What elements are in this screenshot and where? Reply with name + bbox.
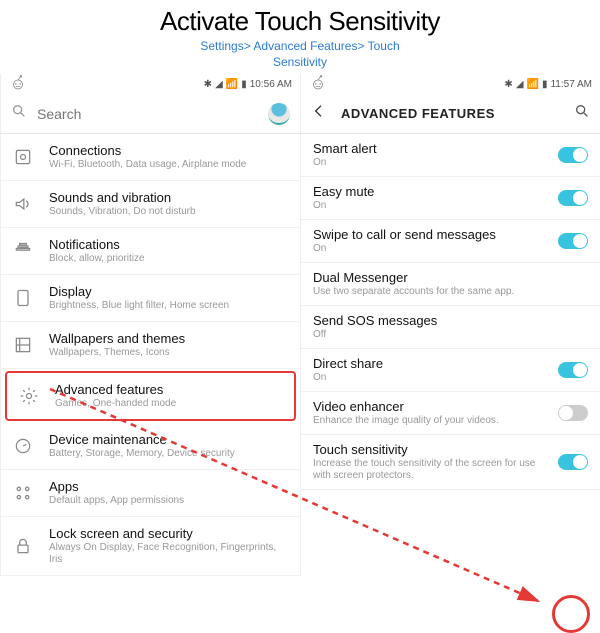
- af-item-easy-mute[interactable]: Easy muteOn: [301, 177, 600, 220]
- item-subtitle: Wi-Fi, Bluetooth, Data usage, Airplane m…: [49, 159, 288, 171]
- item-subtitle: Brightness, Blue light filter, Home scre…: [49, 300, 288, 312]
- af-item-smart-alert[interactable]: Smart alertOn: [301, 134, 600, 177]
- item-subtitle: On: [313, 157, 542, 169]
- item-title: Advanced features: [55, 382, 282, 397]
- signal-icon: 📶: [226, 79, 238, 90]
- item-subtitle: Default apps, App permissions: [49, 495, 288, 507]
- settings-item-wallpapers-and-themes[interactable]: Wallpapers and themesWallpapers, Themes,…: [1, 322, 300, 369]
- battery-icon: ▮: [542, 79, 548, 90]
- settings-item-apps[interactable]: AppsDefault apps, App permissions: [1, 470, 300, 517]
- settings-item-display[interactable]: DisplayBrightness, Blue light filter, Ho…: [1, 275, 300, 322]
- item-title: Sounds and vibration: [49, 190, 288, 205]
- wallpaper-icon: [13, 335, 33, 355]
- item-title: Video enhancer: [313, 399, 542, 414]
- advanced-icon: [19, 386, 39, 406]
- maintenance-icon: [13, 436, 33, 456]
- item-title: Dual Messenger: [313, 270, 588, 285]
- toggle-switch[interactable]: [558, 147, 588, 163]
- item-subtitle: Battery, Storage, Memory, Device securit…: [49, 448, 288, 460]
- item-title: Lock screen and security: [49, 526, 288, 541]
- advanced-features-list: Smart alertOnEasy muteOnSwipe to call or…: [301, 134, 600, 490]
- bluetooth-icon: ✱: [504, 79, 512, 90]
- lock-icon: [13, 536, 33, 556]
- item-title: Smart alert: [313, 141, 542, 156]
- search-icon: [11, 103, 27, 124]
- bluetooth-icon: ✱: [204, 79, 212, 90]
- advanced-features-header: ADVANCED FEATURES: [301, 94, 600, 134]
- item-title: Easy mute: [313, 184, 542, 199]
- settings-item-lock-screen-and-security[interactable]: Lock screen and securityAlways On Displa…: [1, 517, 300, 576]
- settings-item-advanced-features[interactable]: Advanced featuresGames, One-handed mode: [5, 371, 296, 421]
- back-icon[interactable]: [311, 103, 327, 124]
- item-subtitle: Games, One-handed mode: [55, 398, 282, 410]
- item-subtitle: On: [313, 372, 542, 384]
- phone-settings: ✱ ◢ 📶 ▮ 10:56 AM ConnectionsWi-Fi, Bluet…: [0, 74, 300, 576]
- search-row[interactable]: [1, 94, 300, 134]
- item-title: Direct share: [313, 356, 542, 371]
- reddit-icon: [309, 74, 327, 95]
- battery-icon: ▮: [241, 79, 247, 90]
- af-item-dual-messenger[interactable]: Dual MessengerUse two separate accounts …: [301, 263, 600, 306]
- item-subtitle: Increase the touch sensitivity of the sc…: [313, 458, 542, 482]
- item-subtitle: Off: [313, 329, 588, 341]
- item-title: Send SOS messages: [313, 313, 588, 328]
- apps-icon: [13, 483, 33, 503]
- item-title: Touch sensitivity: [313, 442, 542, 457]
- annotation-circle: [552, 595, 590, 633]
- toggle-switch[interactable]: [558, 405, 588, 421]
- item-subtitle: Always On Display, Face Recognition, Fin…: [49, 542, 288, 566]
- notifications-icon: [13, 241, 33, 261]
- toggle-switch[interactable]: [558, 454, 588, 470]
- reddit-icon: [9, 74, 27, 95]
- sound-icon: [13, 194, 33, 214]
- statusbar-left: ✱ ◢ 📶 ▮ 10:56 AM: [1, 74, 300, 94]
- item-subtitle: On: [313, 243, 542, 255]
- settings-item-connections[interactable]: ConnectionsWi-Fi, Bluetooth, Data usage,…: [1, 134, 300, 181]
- wifi-icon: ◢: [215, 79, 223, 90]
- item-subtitle: Enhance the image quality of your videos…: [313, 415, 542, 427]
- connections-icon: [13, 147, 33, 167]
- item-subtitle: Block, allow, prioritize: [49, 253, 288, 265]
- item-subtitle: On: [313, 200, 542, 212]
- toggle-switch[interactable]: [558, 362, 588, 378]
- avatar[interactable]: [268, 103, 290, 125]
- item-title: Display: [49, 284, 288, 299]
- status-time: 11:57 AM: [550, 79, 592, 90]
- item-title: Device maintenance: [49, 432, 288, 447]
- tutorial-header: Activate Touch Sensitivity Settings> Adv…: [0, 0, 600, 74]
- af-item-direct-share[interactable]: Direct shareOn: [301, 349, 600, 392]
- item-subtitle: Sounds, Vibration, Do not disturb: [49, 206, 288, 218]
- page-title: ADVANCED FEATURES: [341, 106, 560, 121]
- settings-item-notifications[interactable]: NotificationsBlock, allow, prioritize: [1, 228, 300, 275]
- item-title: Notifications: [49, 237, 288, 252]
- wifi-icon: ◢: [516, 79, 524, 90]
- settings-list: ConnectionsWi-Fi, Bluetooth, Data usage,…: [1, 134, 300, 576]
- af-item-send-sos-messages[interactable]: Send SOS messagesOff: [301, 306, 600, 349]
- tutorial-title: Activate Touch Sensitivity: [0, 6, 600, 37]
- settings-item-sounds-and-vibration[interactable]: Sounds and vibrationSounds, Vibration, D…: [1, 181, 300, 228]
- toggle-switch[interactable]: [558, 233, 588, 249]
- phone-advanced-features: ✱ ◢ 📶 ▮ 11:57 AM ADVANCED FEATURES Smart…: [300, 74, 600, 576]
- item-title: Wallpapers and themes: [49, 331, 288, 346]
- signal-icon: 📶: [527, 79, 539, 90]
- item-title: Swipe to call or send messages: [313, 227, 542, 242]
- item-subtitle: Wallpapers, Themes, Icons: [49, 347, 288, 359]
- af-item-touch-sensitivity[interactable]: Touch sensitivityIncrease the touch sens…: [301, 435, 600, 490]
- statusbar-right: ✱ ◢ 📶 ▮ 11:57 AM: [301, 74, 600, 94]
- search-icon[interactable]: [574, 103, 590, 124]
- settings-item-device-maintenance[interactable]: Device maintenanceBattery, Storage, Memo…: [1, 423, 300, 470]
- breadcrumb: Settings> Advanced Features> Touch Sensi…: [0, 39, 600, 70]
- toggle-switch[interactable]: [558, 190, 588, 206]
- status-time: 10:56 AM: [250, 79, 292, 90]
- af-item-video-enhancer[interactable]: Video enhancerEnhance the image quality …: [301, 392, 600, 435]
- item-subtitle: Use two separate accounts for the same a…: [313, 286, 588, 298]
- item-title: Apps: [49, 479, 288, 494]
- af-item-swipe-to-call-or-send-messages[interactable]: Swipe to call or send messagesOn: [301, 220, 600, 263]
- display-icon: [13, 288, 33, 308]
- item-title: Connections: [49, 143, 288, 158]
- search-input[interactable]: [37, 106, 258, 122]
